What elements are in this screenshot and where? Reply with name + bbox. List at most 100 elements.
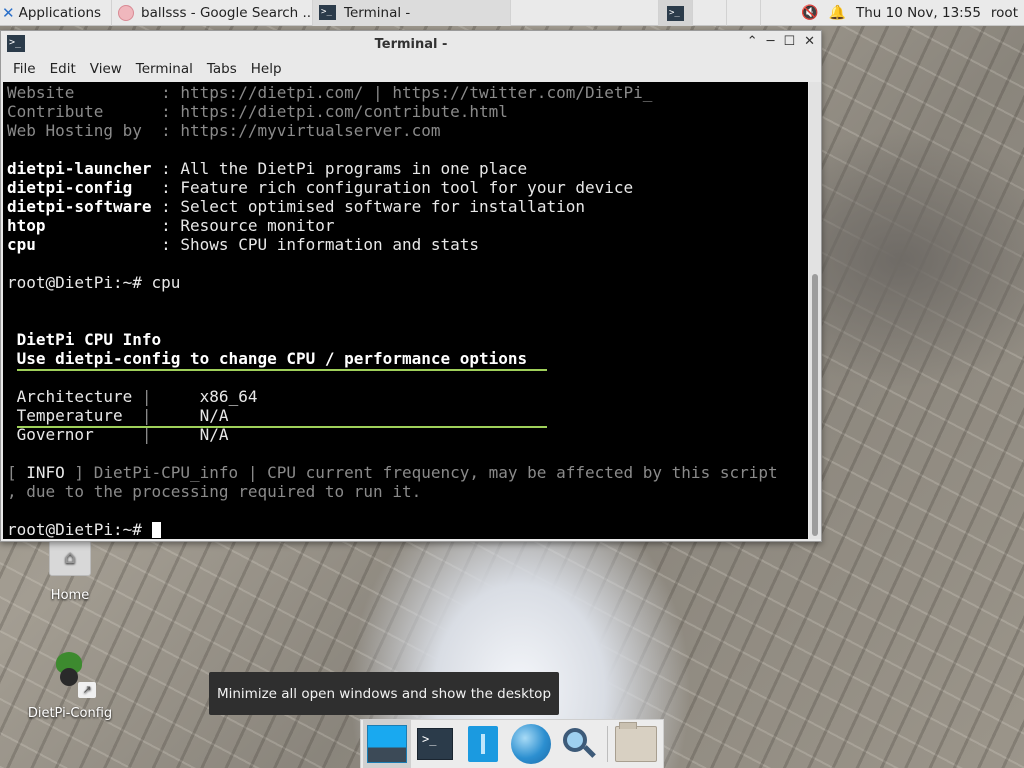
terminal-text-segment: root@DietPi:~#: [7, 520, 152, 539]
close-icon[interactable]: ✕: [804, 34, 815, 49]
terminal-line: Contribute : https://dietpi.com/contribu…: [7, 102, 778, 121]
volume-muted-icon[interactable]: 🔇: [801, 5, 818, 21]
file-manager-icon: [468, 726, 498, 762]
system-tray: 🔇 🔔 Thu 10 Nov, 13:55 root: [801, 0, 1018, 26]
workspace-1[interactable]: >_: [658, 0, 692, 26]
terminal-line: dietpi-software : Select optimised softw…: [7, 197, 778, 216]
applications-menu-button[interactable]: ✕ Applications: [0, 0, 105, 26]
desktop-icon-dietpi-config[interactable]: ↗ DietPi-Config: [18, 652, 122, 721]
terminal-text-segment: htop: [7, 216, 46, 235]
dock-terminal-button[interactable]: >_: [411, 720, 459, 768]
terminal-icon: >_: [319, 5, 337, 20]
applications-label: Applications: [18, 4, 102, 21]
menu-tabs[interactable]: Tabs: [200, 61, 244, 77]
workspace-4[interactable]: [760, 0, 794, 26]
workspace-3[interactable]: [726, 0, 760, 26]
separator-rule: [17, 426, 547, 428]
notification-bell-icon[interactable]: 🔔: [829, 5, 846, 21]
menu-terminal[interactable]: Terminal: [129, 61, 200, 77]
terminal-line: dietpi-launcher : All the DietPi program…: [7, 159, 778, 178]
terminal-cursor: [151, 522, 161, 538]
terminal-text-segment: INFO: [26, 463, 65, 482]
terminal-text-segment: x86_64: [151, 387, 258, 406]
separator-rule: [17, 369, 547, 371]
terminal-text-segment: cpu: [7, 235, 36, 254]
terminal-line: , due to the processing required to run …: [7, 482, 778, 501]
taskbar-item-label: ballsss - Google Search ...: [141, 4, 314, 21]
taskbar-item-terminal[interactable]: >_ Terminal -: [313, 0, 512, 26]
dock-app-finder-button[interactable]: [555, 720, 603, 768]
window-titlebar[interactable]: >_ Terminal - ⌃ ─ ☐ ✕: [1, 31, 821, 57]
dietpi-logo-icon: ↗: [48, 652, 96, 698]
show-desktop-icon: [367, 725, 407, 763]
clock[interactable]: Thu 10 Nov, 13:55: [856, 5, 981, 21]
dock-file-manager-button[interactable]: [459, 720, 507, 768]
terminal-line: [ INFO ] DietPi-CPU_info | CPU current f…: [7, 463, 778, 482]
minimize-icon[interactable]: ─: [767, 34, 775, 49]
user-menu[interactable]: root: [991, 5, 1018, 21]
terminal-line: Temperature | N/A: [7, 406, 778, 425]
terminal-text-segment: DietPi CPU Info: [7, 330, 162, 349]
search-icon: [561, 726, 597, 762]
terminal-line: root@DietPi:~# cpu: [7, 273, 778, 292]
scrollbar-thumb[interactable]: [812, 274, 818, 536]
terminal-output[interactable]: Website : https://dietpi.com/ | https://…: [3, 82, 808, 539]
menu-help[interactable]: Help: [244, 61, 289, 77]
dock-show-desktop-button[interactable]: [363, 720, 411, 768]
terminal-text-segment: root@DietPi:~# cpu: [7, 273, 181, 292]
terminal-text-segment: : All the DietPi programs in one place: [151, 159, 528, 178]
desktop-icon-label: Home: [50, 588, 90, 603]
terminal-text-segment: Architecture: [7, 387, 142, 406]
terminal-text-segment: ] DietPi-CPU_info | CPU current frequenc…: [64, 463, 778, 482]
terminal-window: >_ Terminal - ⌃ ─ ☐ ✕ File Edit View Ter…: [0, 30, 822, 542]
terminal-icon[interactable]: >_: [7, 35, 25, 52]
shade-icon[interactable]: ⌃: [747, 34, 758, 49]
terminal-text-segment: : Feature rich configuration tool for yo…: [132, 178, 634, 197]
folder-icon: [615, 722, 657, 762]
workspace-switcher: >_: [658, 0, 794, 26]
desktop-icon-label: DietPi-Config: [27, 706, 113, 721]
bottom-dock: >_: [360, 719, 664, 768]
terminal-line: htop : Resource monitor: [7, 216, 778, 235]
terminal-text-segment: Website : https://dietpi.com/ | https://…: [7, 83, 653, 102]
menu-edit[interactable]: Edit: [43, 61, 83, 77]
terminal-text: Website : https://dietpi.com/ | https://…: [7, 83, 778, 539]
desktop-icon-home[interactable]: ⌂ Home: [30, 540, 110, 603]
terminal-text-segment: : Select optimised software for installa…: [151, 197, 585, 216]
terminal-text-segment: dietpi-launcher: [7, 159, 152, 178]
terminal-text-segment: Use dietpi-config to change CPU / perfor…: [7, 349, 528, 368]
terminal-text-segment: : Resource monitor: [45, 216, 335, 235]
terminal-line: Web Hosting by : https://myvirtualserver…: [7, 121, 778, 140]
dock-folder-button[interactable]: [612, 720, 660, 768]
shortcut-arrow-icon: ↗: [78, 682, 96, 698]
workspace-2[interactable]: [692, 0, 726, 26]
menu-bar: File Edit View Terminal Tabs Help: [1, 57, 821, 81]
terminal-line: Website : https://dietpi.com/ | https://…: [7, 83, 778, 102]
terminal-text-segment: , due to the processing required to run …: [7, 482, 422, 501]
show-desktop-tooltip: Minimize all open windows and show the d…: [209, 672, 559, 715]
menu-view[interactable]: View: [83, 61, 129, 77]
dock-web-browser-button[interactable]: [507, 720, 555, 768]
terminal-text-segment: N/A: [151, 406, 229, 425]
top-panel: ✕ Applications ballsss - Google Search .…: [0, 0, 1024, 26]
terminal-text-segment: dietpi-software: [7, 197, 152, 216]
terminal-icon: >_: [417, 728, 453, 760]
terminal-line: root@DietPi:~#: [7, 520, 778, 539]
browser-icon: [118, 4, 135, 21]
terminal-text-segment: : Shows CPU information and stats: [35, 235, 480, 254]
terminal-scrollbar[interactable]: [809, 82, 821, 539]
terminal-line: Architecture | x86_64: [7, 387, 778, 406]
taskbar-item-browser[interactable]: ballsss - Google Search ...: [111, 0, 314, 26]
home-folder-icon: ⌂: [49, 540, 91, 576]
terminal-text-segment: dietpi-config: [7, 178, 133, 197]
terminal-line: dietpi-config : Feature rich configurati…: [7, 178, 778, 197]
terminal-text-segment: |: [141, 387, 152, 406]
maximize-icon[interactable]: ☐: [783, 34, 795, 49]
window-title: Terminal -: [374, 36, 448, 52]
menu-file[interactable]: File: [6, 61, 43, 77]
terminal-icon: >_: [667, 5, 684, 21]
